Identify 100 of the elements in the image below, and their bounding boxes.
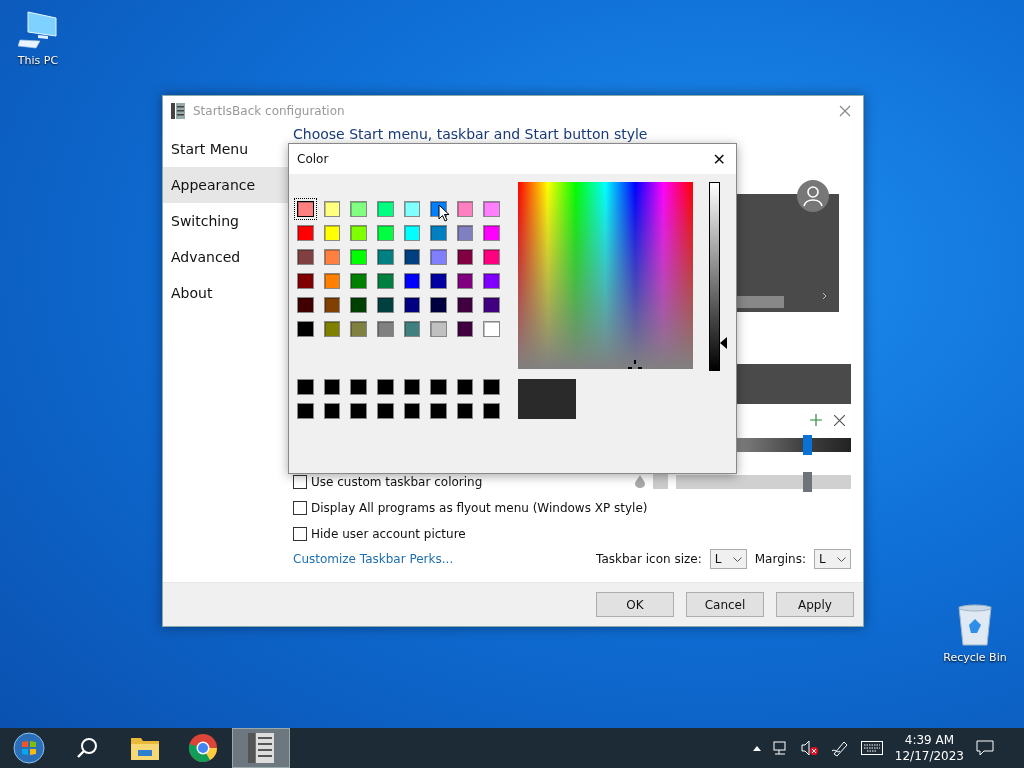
notification-icon[interactable] [976,740,994,756]
dropdown[interactable]: L [814,549,851,569]
keyboard-icon[interactable] [860,741,883,755]
custom-color-swatch[interactable] [323,379,341,395]
color-swatch[interactable] [297,297,314,313]
color-swatch[interactable] [350,249,367,265]
checkbox-label[interactable]: Hide user account picture [311,527,466,541]
custom-color-swatch[interactable] [483,379,500,395]
dialog-button[interactable]: Cancel [686,592,764,617]
custom-color-swatch[interactable] [430,379,447,395]
search-icon[interactable] [75,736,99,760]
sidebar-item[interactable]: Appearance [163,167,288,203]
desktop-icon-label[interactable]: This PC [17,54,59,67]
color-swatch[interactable] [376,297,394,313]
color-swatch[interactable] [323,201,341,217]
color-swatch[interactable] [376,249,394,265]
color-swatch[interactable] [403,225,421,241]
close-icon[interactable] [839,105,851,117]
checkbox[interactable] [293,474,307,489]
dialog-button[interactable]: Apply [776,592,854,617]
color-swatch[interactable] [403,321,421,337]
chevron-down-icon[interactable] [837,556,846,562]
custom-color-swatch[interactable] [297,379,314,395]
color-swatch[interactable] [323,249,341,265]
color-swatch[interactable] [403,273,421,289]
color-swatch[interactable] [376,225,394,241]
color-swatch[interactable] [483,249,500,265]
plus-icon[interactable] [810,414,822,426]
dropdown[interactable]: L [709,549,747,569]
color-swatch[interactable] [456,249,474,265]
clock-time[interactable]: 4:39 AM [904,732,955,748]
color-swatch[interactable] [297,249,314,265]
clock-date[interactable]: 12/17/2023 [894,748,964,764]
custom-color-swatch[interactable] [403,403,421,419]
opacity-slider[interactable] [676,474,851,489]
droplet-icon[interactable] [635,475,645,488]
color-swatch[interactable] [456,201,474,217]
color-swatch[interactable] [456,297,474,313]
color-swatch[interactable] [430,225,447,241]
color-swatch[interactable] [323,273,341,289]
checkbox[interactable] [293,501,307,515]
sidebar-item[interactable]: About [163,275,288,311]
desktop-icon-label[interactable]: Recycle Bin [943,651,1007,664]
color-swatch[interactable] [350,273,367,289]
network-icon[interactable] [772,740,789,756]
pen-icon[interactable] [830,739,849,757]
luminosity-bar[interactable] [709,182,720,371]
close-icon[interactable] [834,414,845,426]
crosshair-icon[interactable] [628,360,642,370]
dialog-button[interactable]: OK [596,592,674,617]
color-swatch[interactable] [297,201,314,217]
custom-color-swatch[interactable] [456,379,474,395]
custom-color-swatch[interactable] [456,403,474,419]
checkbox-label[interactable]: Use custom taskbar coloring [311,474,483,489]
close-button[interactable]: ✕ [710,149,728,169]
color-swatch[interactable] [297,225,314,241]
color-spectrum[interactable] [518,182,693,369]
chevron-down-icon[interactable] [732,556,742,562]
customize-link[interactable]: Customize Taskbar Perks... [293,552,454,566]
custom-color-swatch[interactable] [430,403,447,419]
color-swatch[interactable] [323,321,341,337]
color-swatch[interactable] [350,297,367,313]
color-swatch[interactable] [350,201,367,217]
color-swatch[interactable] [653,474,668,489]
color-swatch[interactable] [350,321,367,337]
muted-speaker-icon[interactable] [800,740,819,756]
checkbox[interactable] [293,527,307,541]
custom-color-swatch[interactable] [350,379,367,395]
color-swatch[interactable] [323,297,341,313]
color-swatch[interactable] [350,225,367,241]
sidebar-item[interactable]: Start Menu [163,131,288,167]
custom-color-swatch[interactable] [297,403,314,419]
color-swatch[interactable] [297,321,314,337]
app-icon[interactable] [248,733,274,763]
pointer-arrow-icon[interactable] [720,336,727,349]
color-swatch[interactable] [430,297,447,313]
color-swatch[interactable] [323,225,341,241]
custom-color-swatch[interactable] [323,403,341,419]
caret-icon[interactable] [752,745,761,751]
sidebar-item[interactable]: Switching [163,203,288,239]
color-swatch[interactable] [456,225,474,241]
custom-color-swatch[interactable] [483,403,500,419]
color-swatch[interactable] [430,321,447,337]
custom-color-swatch[interactable] [350,403,367,419]
color-swatch[interactable] [430,273,447,289]
color-swatch[interactable] [403,249,421,265]
color-swatch[interactable] [430,249,447,265]
color-swatch[interactable] [403,297,421,313]
browser-icon[interactable] [188,733,218,763]
color-swatch[interactable] [483,273,500,289]
custom-color-swatch[interactable] [376,379,394,395]
color-swatch[interactable] [483,297,500,313]
custom-color-swatch[interactable] [376,403,394,419]
custom-color-swatch[interactable] [403,379,421,395]
color-swatch[interactable] [376,273,394,289]
color-swatch[interactable] [483,201,500,217]
recycle-bin-icon[interactable] [955,603,995,647]
sidebar-item[interactable]: Advanced [163,239,288,275]
computer-icon[interactable] [18,10,58,50]
checkbox-label[interactable]: Display All programs as flyout menu (Windows XP style) [311,501,648,515]
